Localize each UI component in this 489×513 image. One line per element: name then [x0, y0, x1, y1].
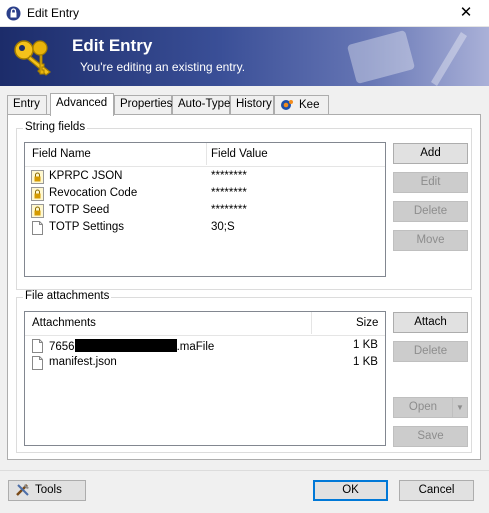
move-field-button[interactable]: Move	[393, 230, 468, 251]
open-attachment-button[interactable]: Open ▼	[393, 397, 468, 418]
string-field-row[interactable]: TOTP Settings 30;S	[27, 220, 379, 237]
file-attachments-legend: File attachments	[23, 290, 112, 302]
column-header-attachments[interactable]: Attachments	[32, 317, 96, 329]
attachment-size: 1 KB	[353, 339, 378, 351]
attachment-name-prefix: 7656	[49, 341, 75, 353]
tools-icon	[16, 484, 29, 496]
lock-icon	[31, 170, 44, 184]
tools-button[interactable]: Tools	[8, 480, 86, 501]
attachment-size: 1 KB	[353, 356, 378, 368]
tab-history[interactable]: History	[230, 95, 274, 114]
tab-entry[interactable]: Entry	[7, 95, 47, 114]
keys-icon	[14, 40, 51, 76]
column-separator[interactable]	[311, 312, 312, 334]
field-value: 30;S	[211, 221, 235, 233]
field-name: Revocation Code	[49, 187, 138, 199]
document-icon	[32, 356, 43, 370]
attachment-name: manifest.json	[49, 356, 117, 368]
banner-title: Edit Entry	[72, 36, 153, 55]
add-field-button[interactable]: Add	[393, 143, 468, 164]
delete-field-button[interactable]: Delete	[393, 201, 468, 222]
column-header-field-value[interactable]: Field Value	[211, 148, 268, 160]
attach-button[interactable]: Attach	[393, 312, 468, 333]
file-attachments-group: File attachments Attachments Size 7656 .m…	[16, 290, 472, 453]
kee-icon	[281, 100, 293, 110]
delete-attachment-button[interactable]: Delete	[393, 341, 468, 362]
banner-subtitle: You're editing an existing entry.	[80, 60, 246, 74]
attachments-list[interactable]: Attachments Size 7656 .maFile 1 KB manife…	[24, 311, 386, 446]
column-header-field-name[interactable]: Field Name	[32, 148, 91, 160]
header-banner: Edit Entry You're editing an existing en…	[0, 27, 489, 86]
tab-kee-label: Kee	[299, 99, 320, 111]
open-button-label: Open	[408, 401, 438, 413]
save-attachment-button[interactable]: Save	[393, 426, 468, 447]
tab-auto-type[interactable]: Auto-Type	[172, 95, 230, 114]
footer-divider	[0, 470, 489, 471]
tab-advanced[interactable]: Advanced	[50, 93, 114, 116]
string-fields-group: String fields Field Name Field Value KPR…	[16, 121, 472, 290]
string-fields-legend: String fields	[23, 121, 88, 133]
field-value: ********	[211, 187, 247, 199]
title-bar: Edit Entry ✕	[0, 0, 489, 27]
field-value: ********	[211, 170, 247, 182]
field-value: ********	[211, 204, 247, 216]
column-separator[interactable]	[206, 143, 207, 165]
attachments-header: Attachments Size	[25, 312, 385, 336]
attachment-row[interactable]: manifest.json 1 KB	[27, 355, 379, 372]
close-icon[interactable]: ✕	[443, 0, 489, 27]
document-icon	[32, 339, 43, 353]
attachment-name-suffix: .maFile	[176, 341, 215, 353]
document-icon	[32, 221, 43, 235]
string-field-row[interactable]: KPRPC JSON ********	[27, 169, 379, 186]
column-header-size[interactable]: Size	[356, 317, 378, 329]
string-fields-list[interactable]: Field Name Field Value KPRPC JSON ******…	[24, 142, 386, 277]
attachment-name: 7656 .maFile	[49, 339, 214, 353]
field-name: TOTP Seed	[49, 204, 110, 216]
ok-button[interactable]: OK	[313, 480, 388, 501]
tab-properties[interactable]: Properties	[114, 95, 172, 114]
banner-watermark-icon	[347, 30, 467, 86]
field-name: KPRPC JSON	[49, 170, 123, 182]
string-fields-header: Field Name Field Value	[25, 143, 385, 167]
advanced-tab-panel: String fields Field Name Field Value KPR…	[7, 114, 481, 460]
tab-kee[interactable]: Kee	[274, 95, 329, 114]
keepass-lock-icon	[6, 6, 21, 21]
chevron-down-icon[interactable]: ▼	[452, 398, 467, 417]
lock-icon	[31, 187, 44, 201]
string-field-row[interactable]: TOTP Seed ********	[27, 203, 379, 220]
tools-button-label: Tools	[35, 484, 62, 496]
window-title: Edit Entry	[27, 6, 80, 20]
edit-field-button[interactable]: Edit	[393, 172, 468, 193]
redaction-bar	[74, 339, 177, 352]
lock-icon	[31, 204, 44, 218]
field-name: TOTP Settings	[49, 221, 124, 233]
string-field-row[interactable]: Revocation Code ********	[27, 186, 379, 203]
attachment-row[interactable]: 7656 .maFile 1 KB	[27, 338, 379, 355]
cancel-button[interactable]: Cancel	[399, 480, 474, 501]
